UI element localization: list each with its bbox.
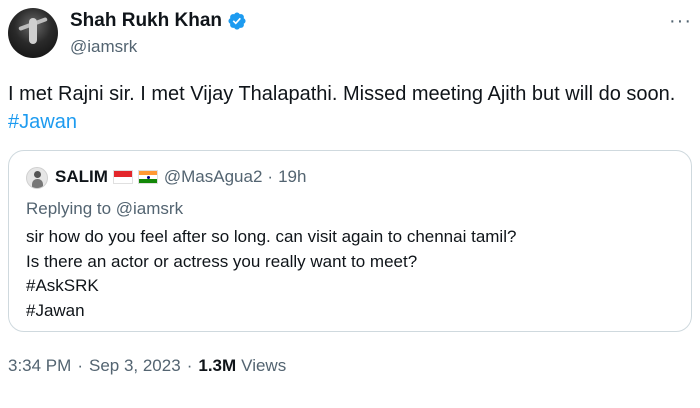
quoted-hashtag: #Jawan bbox=[26, 300, 85, 320]
tweet-meta: 3:34 PM · Sep 3, 2023 · 1.3M Views bbox=[8, 356, 286, 376]
tweet-hashtag-link[interactable]: #Jawan bbox=[8, 111, 77, 133]
indonesia-flag-icon bbox=[112, 170, 133, 184]
quoted-author-handle: @MasAgua2 bbox=[163, 167, 263, 186]
quoted-line: Is there an actor or actress you really … bbox=[26, 251, 418, 271]
tweet-time[interactable]: 3:34 PM bbox=[8, 356, 71, 376]
meta-separator: · bbox=[186, 356, 193, 375]
verified-badge-icon bbox=[228, 12, 246, 30]
author-handle[interactable]: @iamsrk bbox=[70, 37, 137, 57]
quoted-hashtag: #AskSRK bbox=[26, 276, 99, 295]
quoted-separator: · bbox=[267, 167, 274, 186]
meta-separator: · bbox=[77, 356, 83, 375]
india-flag-icon bbox=[137, 170, 158, 184]
tweet-header: Shah Rukh Khan @iamsrk ··· bbox=[8, 4, 692, 64]
tweet-date[interactable]: Sep 3, 2023 bbox=[89, 356, 181, 376]
replying-to-label: Replying to @iamsrk bbox=[26, 199, 184, 218]
views-label: Views bbox=[241, 356, 287, 375]
quoted-tweet-header: SALIM @MasAgua2 · 19h bbox=[55, 167, 306, 187]
quoted-author-avatar bbox=[26, 167, 48, 189]
tweet-body: I met Rajni sir. I met Vijay Thalapathi.… bbox=[8, 83, 676, 105]
author-name-row: Shah Rukh Khan bbox=[70, 10, 247, 32]
author-avatar[interactable] bbox=[8, 8, 58, 58]
quoted-tweet-body: sir how do you feel after so long. can v… bbox=[26, 225, 516, 323]
quoted-tweet-card[interactable]: SALIM @MasAgua2 · 19h Replying to @iamsr… bbox=[8, 150, 692, 332]
quoted-author-name: SALIM bbox=[55, 167, 108, 186]
views-count: 1.3M bbox=[198, 356, 237, 375]
quoted-timestamp: 19h bbox=[278, 167, 307, 186]
author-name[interactable]: Shah Rukh Khan bbox=[70, 10, 222, 32]
tweet-text: I met Rajni sir. I met Vijay Thalapathi.… bbox=[8, 80, 698, 136]
quoted-line: sir how do you feel after so long. can v… bbox=[26, 227, 517, 246]
more-options-icon[interactable]: ··· bbox=[669, 10, 692, 33]
